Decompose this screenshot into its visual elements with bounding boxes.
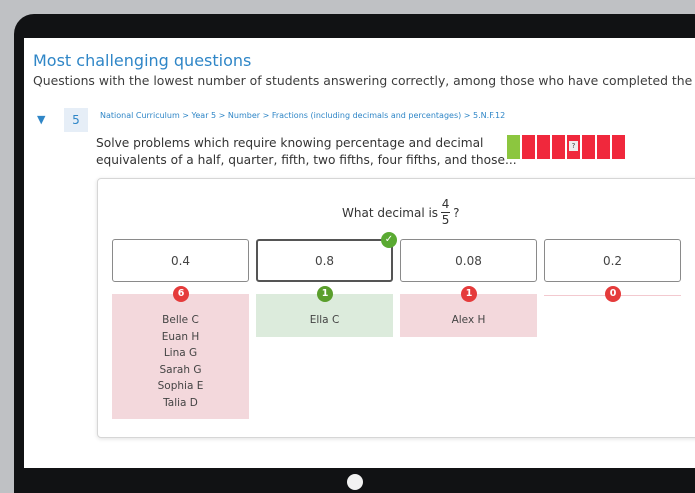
answer-option-3[interactable]: 0.2: [544, 239, 681, 282]
answer-value: 0.4: [170, 253, 191, 268]
student-list: Belle C Euan H Lina G Sarah G Sophia E T…: [112, 294, 249, 419]
response-column-0: 6 Belle C Euan H Lina G Sarah G Sophia E…: [112, 286, 249, 419]
answer-option-2[interactable]: 0.08: [400, 239, 537, 282]
response-count-badge: 0: [605, 286, 621, 302]
home-button: [347, 474, 363, 490]
fraction-denominator: 5: [441, 213, 450, 227]
student-results-bar: ?: [507, 135, 625, 159]
fraction-numerator: 4: [441, 197, 450, 211]
result-bar[interactable]: [537, 135, 550, 159]
answer-option-0[interactable]: 0.4: [112, 239, 249, 282]
collapse-caret-icon[interactable]: ▼: [37, 113, 45, 126]
answer-value: 0.08: [455, 253, 482, 268]
answer-options: 0.4 0.8 ✓ 0.08 0.2: [112, 232, 681, 282]
result-bar[interactable]: [522, 135, 535, 159]
answer-value: 0.8: [314, 253, 335, 268]
student-name: Euan H: [161, 330, 200, 343]
result-bar[interactable]: [552, 135, 565, 159]
student-name: Sophia E: [157, 380, 204, 392]
student-name: Lina G: [163, 347, 198, 359]
response-column-2: 1 Alex H: [400, 286, 537, 419]
response-count-badge: 1: [317, 286, 333, 302]
answer-option-1[interactable]: 0.8 ✓: [256, 232, 397, 282]
correct-check-icon: ✓: [381, 232, 397, 248]
answer-value: 0.2: [602, 253, 623, 268]
answer-responses: 6 Belle C Euan H Lina G Sarah G Sophia E…: [112, 286, 681, 419]
fraction: 4 5: [441, 197, 451, 227]
prompt-text: What decimal is: [342, 205, 439, 220]
student-name: Sarah G: [159, 363, 202, 376]
question-prompt: What decimal is 4 5 ?: [342, 198, 459, 227]
response-column-3: 0: [544, 286, 681, 419]
result-bar[interactable]: [597, 135, 610, 159]
response-count-badge: 1: [461, 286, 477, 302]
response-column-1: 1 Ella C: [256, 286, 393, 419]
curriculum-breadcrumb[interactable]: National Curriculum > Year 5 > Number > …: [100, 111, 505, 120]
response-count-badge: 6: [173, 286, 189, 302]
result-bar[interactable]: [612, 135, 625, 159]
student-name: Alex H: [451, 314, 486, 326]
unanswered-icon: ?: [569, 141, 578, 151]
result-bar[interactable]: [507, 135, 520, 159]
section-title: Most challenging questions: [33, 51, 252, 70]
question-number: 5: [64, 108, 88, 132]
result-bar[interactable]: ?: [567, 135, 580, 159]
student-name: Ella C: [309, 314, 340, 326]
prompt-end: ?: [453, 205, 460, 220]
result-bar[interactable]: [582, 135, 595, 159]
question-objective: Solve problems which require knowing per…: [96, 136, 517, 167]
screen: Most challenging questions Questions wit…: [24, 38, 695, 468]
section-subtitle: Questions with the lowest number of stud…: [33, 73, 695, 88]
question-card: What decimal is 4 5 ? 0.4 0.8 ✓ 0.08 0.2…: [97, 178, 695, 438]
student-name: Belle C: [162, 314, 199, 326]
student-name: Talia D: [163, 396, 198, 409]
